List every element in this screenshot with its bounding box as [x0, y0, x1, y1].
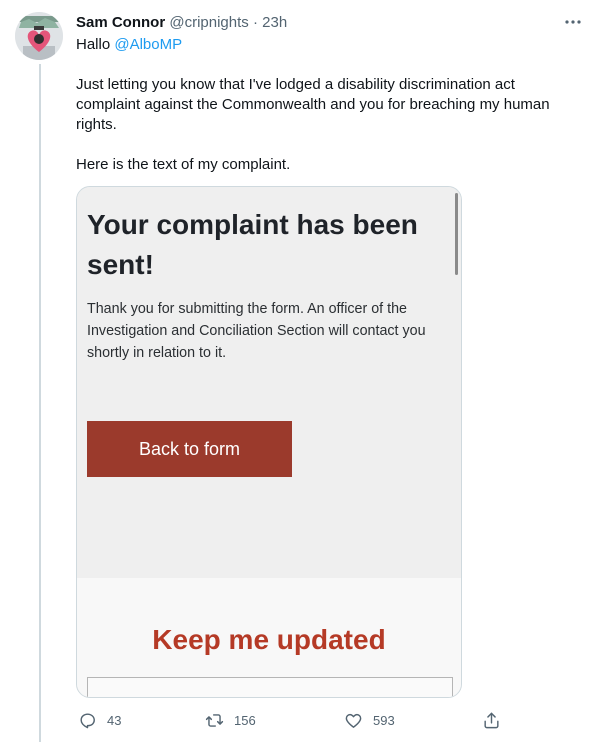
tweet-header: Sam Connor @cripnights · 23h: [76, 13, 287, 33]
tweet-paragraph-2: Here is the text of my complaint.: [76, 156, 291, 173]
display-name[interactable]: Sam Connor: [76, 14, 165, 31]
thread-line: [39, 64, 41, 742]
retweet-icon: [205, 713, 224, 727]
user-handle[interactable]: @cripnights: [169, 14, 248, 31]
greeting-text: Hallo: [76, 36, 111, 53]
retweet-count: 156: [234, 712, 256, 728]
share-button[interactable]: [482, 708, 501, 732]
screenshot-section-heading: Keep me updated: [152, 624, 386, 655]
separator-dot: ·: [252, 14, 258, 31]
share-icon: [484, 712, 499, 728]
retweet-button[interactable]: 156: [205, 708, 256, 732]
tweet-time[interactable]: 23h: [262, 14, 287, 31]
reply-icon: [80, 712, 95, 728]
mention-link[interactable]: @AlboMP: [114, 36, 182, 53]
tweet-greeting-line: Hallo @AlboMP: [76, 35, 566, 55]
avatar[interactable]: [15, 12, 63, 60]
screenshot-heading: Your complaint has been sent!: [87, 209, 418, 280]
back-to-form-button: Back to form: [87, 421, 292, 477]
more-icon: [565, 20, 581, 24]
heart-icon: [345, 713, 362, 728]
reply-count: 43: [107, 712, 122, 728]
like-count: 593: [373, 712, 395, 728]
avatar-image: [15, 12, 63, 60]
screenshot-scrollbar: [455, 193, 458, 275]
screenshot-body-text: Thank you for submitting the form. An of…: [87, 301, 426, 361]
tweet-paragraph-1: Just letting you know that I've lodged a…: [76, 76, 550, 133]
attached-image[interactable]: Your complaint has been sent! Thank you …: [76, 186, 462, 698]
reply-button[interactable]: 43: [78, 708, 121, 732]
screenshot-input-field: [87, 677, 453, 697]
like-button[interactable]: 593: [344, 708, 395, 732]
more-options-button[interactable]: [562, 11, 584, 33]
